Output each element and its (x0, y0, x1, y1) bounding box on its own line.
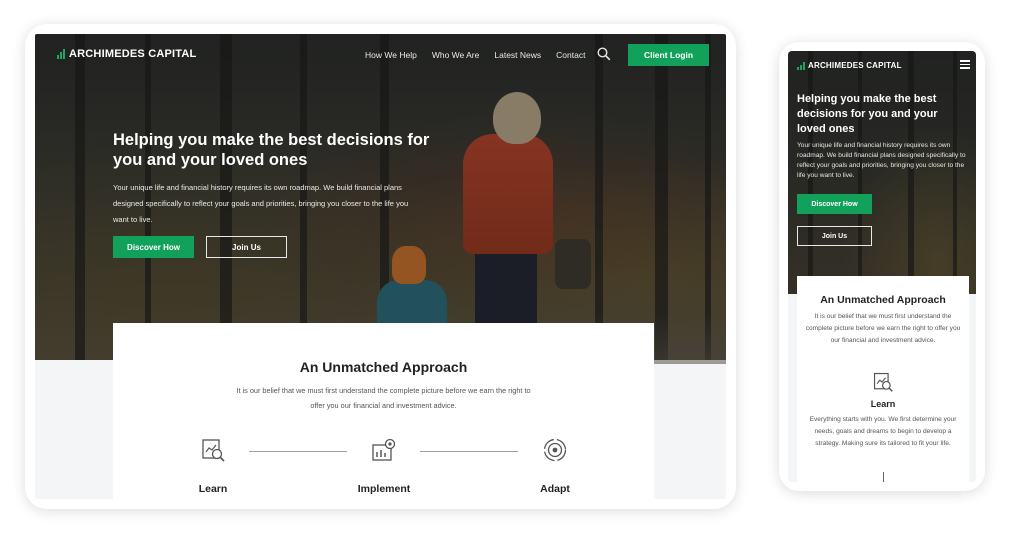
approach-text: It is our belief that we must first unde… (805, 313, 961, 344)
desktop-device-frame: ARCHIMEDES CAPITAL How We Help Who We Ar… (25, 24, 736, 509)
nav-link-latest-news[interactable]: Latest News (494, 50, 541, 60)
approach-title: An Unmatched Approach (299, 359, 468, 375)
mobile-discover-how-button[interactable]: Discover How (797, 194, 872, 214)
brand-name: ARCHIMEDES CAPITAL (808, 61, 902, 70)
step-learn: Learn (183, 437, 243, 495)
mobile-hero-text: Your unique life and financial history r… (797, 142, 966, 179)
nav-links: How We Help Who We Are Latest News Conta… (365, 50, 585, 60)
nav-link-contact[interactable]: Contact (556, 50, 585, 60)
hero-buttons: Discover How Join Us (113, 236, 287, 258)
target-cycle-icon (543, 438, 567, 462)
approach-title: An Unmatched Approach (820, 294, 946, 306)
hero-title: Helping you make the best decisions for … (113, 131, 430, 169)
analysis-report-icon (873, 372, 893, 392)
approach-card: An Unmatched Approach It is our belief t… (113, 323, 654, 499)
analysis-report-icon (202, 439, 225, 462)
discover-how-button[interactable]: Discover How (113, 236, 194, 258)
logo-bars-icon (57, 49, 65, 59)
mobile-hero-title: Helping you make the best decisions for … (797, 93, 938, 135)
brand-logo[interactable]: ARCHIMEDES CAPITAL (57, 48, 196, 60)
step-connector (883, 472, 884, 482)
top-navigation: ARCHIMEDES CAPITAL How We Help Who We Ar… (35, 34, 726, 76)
step-label: Adapt (540, 483, 570, 495)
nav-link-who-we-are[interactable]: Who We Are (432, 50, 480, 60)
desktop-screen: ARCHIMEDES CAPITAL How We Help Who We Ar… (35, 34, 726, 499)
approach-text: It is our belief that we must first unde… (236, 386, 531, 410)
step-label: Learn (198, 483, 228, 495)
mobile-approach-card: An Unmatched Approach It is our belief t… (797, 276, 969, 482)
hero-text: Your unique life and financial history r… (113, 183, 409, 224)
step-description: Everything starts with you. We first det… (809, 416, 957, 447)
step-label: Implement (357, 483, 411, 495)
join-us-button[interactable]: Join Us (206, 236, 287, 258)
nav-link-how-we-help[interactable]: How We Help (365, 50, 417, 60)
step-connector (249, 451, 347, 452)
step-adapt: Adapt (525, 437, 585, 495)
mobile-brand-logo[interactable]: ARCHIMEDES CAPITAL (797, 61, 902, 70)
client-login-button[interactable]: Client Login (628, 44, 709, 66)
settings-chart-icon (372, 438, 396, 461)
step-connector (420, 451, 518, 452)
step-implement: Implement (354, 437, 414, 495)
mobile-device-frame: ARCHIMEDES CAPITAL Helping you make the … (779, 42, 985, 491)
search-icon[interactable] (597, 47, 611, 61)
mobile-screen: ARCHIMEDES CAPITAL Helping you make the … (788, 51, 976, 482)
hamburger-menu-icon[interactable] (960, 60, 970, 70)
hero-content: Helping you make the best decisions for … (113, 130, 433, 228)
brand-name: ARCHIMEDES CAPITAL (69, 48, 197, 60)
mobile-join-us-button[interactable]: Join Us (797, 226, 872, 246)
logo-bars-icon (797, 61, 805, 70)
step-label: Learn (870, 399, 896, 409)
